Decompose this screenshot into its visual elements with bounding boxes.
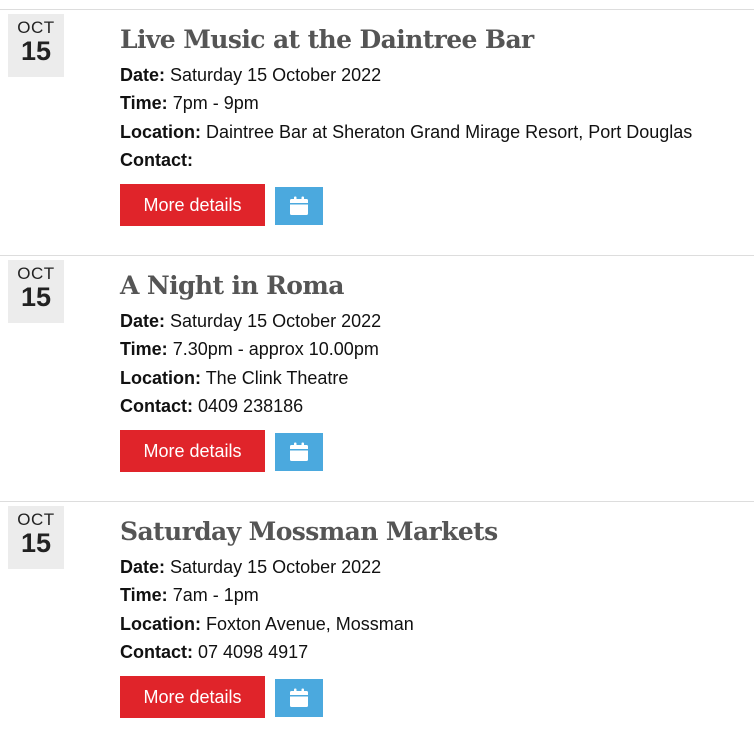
add-to-calendar-button[interactable]	[275, 679, 323, 717]
more-details-button[interactable]: More details	[120, 430, 265, 472]
event-time: Time: 7.30pm - approx 10.00pm	[120, 338, 379, 360]
time-value: 7.30pm - approx 10.00pm	[172, 339, 379, 359]
event-title: A Night in Roma	[120, 271, 344, 300]
event-date: Date: Saturday 15 October 2022	[120, 64, 381, 86]
event-item: OCT 15 Saturday Mossman Markets Date: Sa…	[0, 501, 754, 730]
event-contact: Contact:	[120, 149, 193, 171]
date-label: Date:	[120, 311, 166, 331]
time-value: 7pm - 9pm	[172, 93, 259, 113]
contact-label: Contact:	[120, 396, 193, 416]
calendar-icon	[290, 688, 308, 707]
event-contact: Contact: 0409 238186	[120, 395, 303, 417]
date-value: Saturday 15 October 2022	[170, 557, 382, 577]
date-value: Saturday 15 October 2022	[170, 65, 382, 85]
events-list: OCT 15 Live Music at the Daintree Bar Da…	[0, 0, 754, 730]
contact-value: 0409 238186	[198, 396, 304, 416]
time-label: Time:	[120, 585, 168, 605]
location-value: Foxton Avenue, Mossman	[206, 614, 414, 634]
date-label: Date:	[120, 65, 166, 85]
location-label: Location:	[120, 368, 201, 388]
date-month: OCT	[17, 510, 55, 529]
event-time: Time: 7pm - 9pm	[120, 92, 259, 114]
event-location: Location: Foxton Avenue, Mossman	[120, 613, 414, 635]
date-badge: OCT 15	[8, 260, 64, 323]
location-label: Location:	[120, 122, 201, 142]
time-label: Time:	[120, 339, 168, 359]
add-to-calendar-button[interactable]	[275, 187, 323, 225]
event-date: Date: Saturday 15 October 2022	[120, 556, 381, 578]
location-value: Daintree Bar at Sheraton Grand Mirage Re…	[206, 122, 693, 142]
event-item: OCT 15 Live Music at the Daintree Bar Da…	[0, 9, 754, 255]
event-title: Saturday Mossman Markets	[120, 517, 498, 546]
contact-label: Contact:	[120, 642, 193, 662]
more-details-button[interactable]: More details	[120, 184, 265, 226]
date-day: 15	[20, 36, 52, 66]
date-month: OCT	[17, 18, 55, 37]
date-value: Saturday 15 October 2022	[170, 311, 382, 331]
date-badge: OCT 15	[8, 506, 64, 569]
location-label: Location:	[120, 614, 201, 634]
event-item: OCT 15 A Night in Roma Date: Saturday 15…	[0, 255, 754, 501]
calendar-icon	[290, 442, 308, 461]
calendar-icon	[290, 196, 308, 215]
date-day: 15	[20, 282, 52, 312]
location-value: The Clink Theatre	[205, 368, 349, 388]
contact-value: 07 4098 4917	[198, 642, 309, 662]
add-to-calendar-button[interactable]	[275, 433, 323, 471]
date-month: OCT	[17, 264, 55, 283]
event-location: Location: The Clink Theatre	[120, 367, 348, 389]
time-label: Time:	[120, 93, 168, 113]
event-location: Location: Daintree Bar at Sheraton Grand…	[120, 121, 692, 143]
event-date: Date: Saturday 15 October 2022	[120, 310, 381, 332]
date-badge: OCT 15	[8, 14, 64, 77]
time-value: 7am - 1pm	[172, 585, 259, 605]
event-time: Time: 7am - 1pm	[120, 584, 259, 606]
event-title: Live Music at the Daintree Bar	[120, 25, 534, 54]
more-details-button[interactable]: More details	[120, 676, 265, 718]
event-contact: Contact: 07 4098 4917	[120, 641, 308, 663]
date-label: Date:	[120, 557, 166, 577]
contact-label: Contact:	[120, 150, 193, 170]
date-day: 15	[20, 528, 52, 558]
